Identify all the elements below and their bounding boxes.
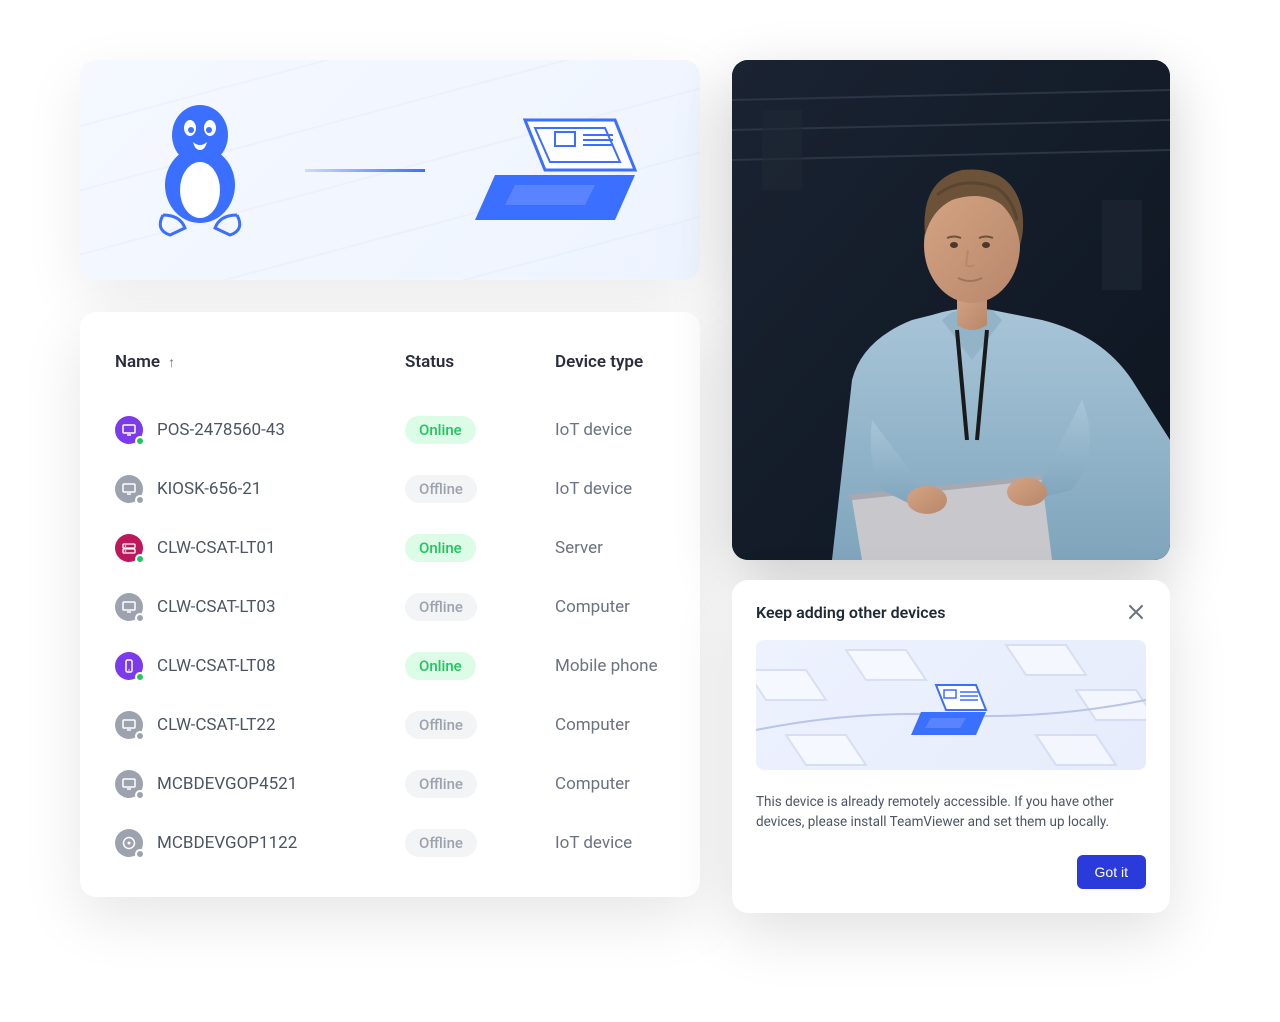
dialog-illustration	[756, 640, 1146, 770]
device-name: CLW-CSAT-LT03	[157, 597, 276, 617]
device-name: POS-2478560-43	[157, 420, 285, 440]
status-dot-icon	[135, 849, 145, 859]
status-badge: Online	[405, 534, 476, 562]
device-type: Computer	[555, 774, 725, 794]
status-dot-icon	[135, 554, 145, 564]
table-row[interactable]: CLW-CSAT-LT08 Online Mobile phone	[115, 636, 665, 695]
connection-line-icon	[305, 169, 425, 172]
status-dot-icon	[135, 613, 145, 623]
status-dot-icon	[135, 495, 145, 505]
device-type: Computer	[555, 715, 725, 735]
table-row[interactable]: KIOSK-656-21 Offline IoT device	[115, 459, 665, 518]
sort-ascending-icon: ↑	[168, 354, 175, 371]
photo-card	[732, 60, 1170, 560]
dialog-body: This device is already remotely accessib…	[756, 792, 1146, 833]
onboarding-dialog: Keep adding other devices	[732, 580, 1170, 913]
device-name: KIOSK-656-21	[157, 479, 261, 499]
device-icon	[115, 416, 143, 444]
got-it-button[interactable]: Got it	[1077, 855, 1146, 889]
status-dot-icon	[135, 672, 145, 682]
header-name-label: Name	[115, 352, 160, 372]
status-badge: Online	[405, 652, 476, 680]
device-type: Server	[555, 538, 725, 558]
device-table: Name ↑ Status Device type POS-2478560-43…	[80, 312, 700, 897]
status-dot-icon	[135, 731, 145, 741]
device-name: CLW-CSAT-LT01	[157, 538, 276, 558]
header-type-label: Device type	[555, 352, 643, 372]
hero-banner	[80, 60, 700, 280]
device-icon	[115, 475, 143, 503]
dialog-title: Keep adding other devices	[756, 603, 945, 622]
device-type: IoT device	[555, 479, 725, 499]
table-row[interactable]: POS-2478560-43 Online IoT device	[115, 400, 665, 459]
status-badge: Offline	[405, 770, 477, 798]
device-icon	[115, 770, 143, 798]
column-header-type[interactable]: Device type	[555, 352, 725, 372]
status-badge: Offline	[405, 711, 477, 739]
table-row[interactable]: MCBDEVGOP1122 Offline IoT device	[115, 813, 665, 872]
laptop-icon	[465, 100, 645, 240]
table-row[interactable]: CLW-CSAT-LT03 Offline Computer	[115, 577, 665, 636]
table-row[interactable]: CLW-CSAT-LT01 Online Server	[115, 518, 665, 577]
status-badge: Offline	[405, 593, 477, 621]
device-type: IoT device	[555, 833, 725, 853]
table-header: Name ↑ Status Device type	[115, 352, 665, 400]
header-status-label: Status	[405, 352, 454, 372]
column-header-name[interactable]: Name ↑	[115, 352, 405, 372]
status-dot-icon	[135, 436, 145, 446]
status-badge: Offline	[405, 475, 477, 503]
status-badge: Online	[405, 416, 476, 444]
table-row[interactable]: CLW-CSAT-LT22 Offline Computer	[115, 695, 665, 754]
device-icon	[115, 711, 143, 739]
device-name: MCBDEVGOP1122	[157, 833, 297, 853]
device-name: MCBDEVGOP4521	[157, 774, 297, 794]
device-name: CLW-CSAT-LT08	[157, 656, 276, 676]
linux-tux-icon	[135, 100, 265, 240]
device-icon	[115, 829, 143, 857]
device-icon	[115, 593, 143, 621]
device-type: Computer	[555, 597, 725, 617]
device-type: Mobile phone	[555, 656, 725, 676]
device-icon	[115, 652, 143, 680]
device-icon	[115, 534, 143, 562]
status-badge: Offline	[405, 829, 477, 857]
person-photo-illustration	[732, 60, 1170, 560]
device-name: CLW-CSAT-LT22	[157, 715, 276, 735]
device-type: IoT device	[555, 420, 725, 440]
close-icon[interactable]	[1126, 602, 1146, 622]
status-dot-icon	[135, 790, 145, 800]
column-header-status[interactable]: Status	[405, 352, 555, 372]
table-row[interactable]: MCBDEVGOP4521 Offline Computer	[115, 754, 665, 813]
